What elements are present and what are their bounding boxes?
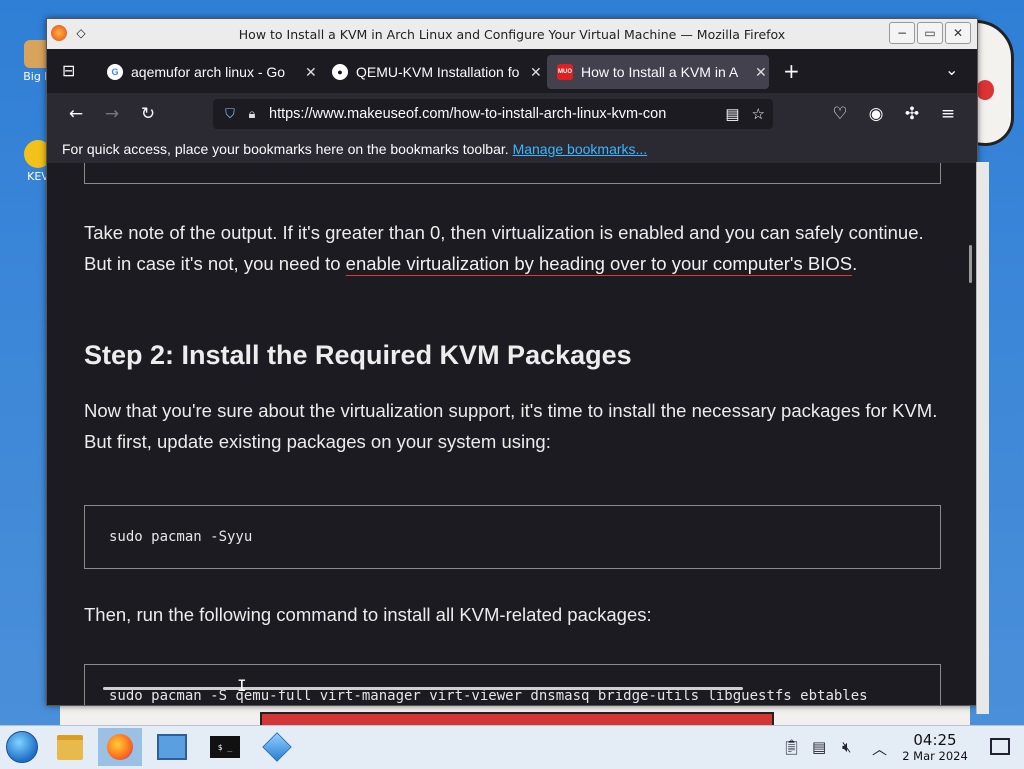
paragraph: Take note of the output. If it's greater… bbox=[84, 217, 924, 279]
makeuseof-icon: MUO bbox=[557, 64, 573, 80]
url-text[interactable]: https://www.makeuseof.com/how-to-install… bbox=[269, 106, 709, 122]
paragraph-text: . bbox=[852, 253, 858, 274]
account-icon[interactable]: ◉ bbox=[865, 103, 887, 125]
tab-label: QEMU-KVM Installation fo bbox=[356, 64, 520, 80]
wallpaper-red-shape bbox=[260, 712, 774, 725]
url-bar[interactable]: ⛉ 🔒︎ https://www.makeuseof.com/how-to-in… bbox=[213, 99, 773, 129]
forward-button[interactable]: → bbox=[101, 103, 123, 125]
taskbar: $ _ 📋︎ ▤ 🔇︎ ︿ 04:25 2 Mar 2024 bbox=[0, 725, 1024, 769]
page-content: Take note of the output. If it's greater… bbox=[47, 163, 977, 705]
tab-google[interactable]: G aqemufor arch linux - Go ✕ bbox=[97, 55, 317, 89]
window-title: How to Install a KVM in Arch Linux and C… bbox=[238, 27, 786, 42]
minimize-button[interactable]: − bbox=[889, 22, 915, 44]
network-manager-icon bbox=[157, 734, 187, 760]
terminal-icon: $ _ bbox=[210, 736, 240, 758]
code-block[interactable]: sudo pacman -S qemu-full virt-manager vi… bbox=[84, 664, 941, 705]
notes-tray-icon[interactable]: ▤ bbox=[812, 738, 826, 756]
folder-icon bbox=[57, 734, 83, 760]
code-horizontal-scrollbar[interactable] bbox=[103, 687, 743, 690]
tab-github[interactable]: ● QEMU-KVM Installation fo ✕ bbox=[322, 55, 542, 89]
wallpaper-detail bbox=[976, 80, 994, 100]
back-button[interactable]: ← bbox=[65, 103, 87, 125]
tab-bar: ⊟ G aqemufor arch linux - Go ✕ ● QEMU-KV… bbox=[47, 49, 977, 93]
volume-muted-icon[interactable]: 🔇︎ bbox=[842, 738, 851, 756]
clock[interactable]: 04:25 2 Mar 2024 bbox=[895, 731, 975, 763]
github-icon: ● bbox=[332, 64, 348, 80]
shield-icon[interactable]: ⛉ bbox=[219, 106, 241, 122]
tray-expand-chevron-icon[interactable]: ︿ bbox=[872, 738, 887, 759]
tab-close-icon[interactable]: ✕ bbox=[755, 64, 767, 81]
tab-overview-icon[interactable]: ⊟ bbox=[62, 61, 75, 80]
pocket-icon[interactable]: ♡ bbox=[829, 103, 851, 125]
tab-list-chevron-icon[interactable]: ⌄ bbox=[945, 60, 958, 79]
taskbar-virtualbox[interactable] bbox=[255, 728, 299, 766]
bookmarks-hint: For quick access, place your bookmarks h… bbox=[62, 141, 509, 157]
maximize-button[interactable]: ▭ bbox=[917, 22, 943, 44]
tab-label: How to Install a KVM in A bbox=[581, 64, 739, 80]
section-heading: Step 2: Install the Required KVM Package… bbox=[84, 340, 632, 370]
extensions-icon[interactable]: ✣ bbox=[901, 103, 923, 125]
start-orb-icon bbox=[6, 731, 38, 763]
manage-bookmarks-link[interactable]: Manage bookmarks... bbox=[513, 141, 648, 157]
bookmark-star-icon[interactable]: ☆ bbox=[752, 105, 765, 123]
code-text[interactable]: sudo pacman -S qemu-full virt-manager vi… bbox=[109, 688, 868, 704]
new-tab-button[interactable]: + bbox=[783, 59, 800, 83]
show-desktop-icon[interactable] bbox=[990, 738, 1010, 755]
firefox-window: ◇ How to Install a KVM in Arch Linux and… bbox=[46, 18, 978, 706]
clock-time: 04:25 bbox=[913, 731, 957, 749]
firefox-icon bbox=[107, 734, 133, 760]
cube-icon bbox=[262, 732, 292, 762]
text-cursor: I bbox=[237, 676, 247, 695]
close-button[interactable]: ✕ bbox=[945, 22, 971, 44]
clock-date: 2 Mar 2024 bbox=[902, 749, 968, 763]
taskbar-terminal[interactable]: $ _ bbox=[203, 728, 247, 766]
taskbar-file-manager[interactable] bbox=[48, 728, 92, 766]
google-icon: G bbox=[107, 64, 123, 80]
tab-close-icon[interactable]: ✕ bbox=[530, 64, 542, 81]
code-block bbox=[84, 163, 941, 184]
start-button[interactable] bbox=[0, 728, 44, 766]
tab-label: aqemufor arch linux - Go bbox=[131, 64, 286, 80]
bookmarks-toolbar: For quick access, place your bookmarks h… bbox=[47, 135, 977, 163]
reload-button[interactable]: ↻ bbox=[137, 103, 159, 125]
page-vertical-scrollbar[interactable] bbox=[969, 245, 972, 283]
background-window-scrollbar bbox=[976, 162, 989, 714]
code-block[interactable]: sudo pacman -Syyu bbox=[84, 505, 941, 569]
bios-link[interactable]: enable virtualization by heading over to… bbox=[346, 253, 852, 274]
menu-icon[interactable]: ≡ bbox=[937, 103, 959, 125]
paragraph: Then, run the following command to insta… bbox=[84, 604, 652, 625]
code-text[interactable]: sudo pacman -Syyu bbox=[109, 529, 252, 545]
taskbar-firefox[interactable] bbox=[98, 728, 142, 766]
clipboard-tray-icon[interactable]: 📋︎ bbox=[782, 738, 801, 756]
reader-view-icon[interactable]: ▤ bbox=[725, 105, 739, 123]
title-bar[interactable]: ◇ How to Install a KVM in Arch Linux and… bbox=[47, 19, 977, 49]
lock-icon[interactable]: 🔒︎ bbox=[241, 106, 263, 122]
nav-bar: ← → ↻ ⛉ 🔒︎ https://www.makeuseof.com/how… bbox=[47, 93, 977, 135]
taskbar-network[interactable] bbox=[150, 728, 194, 766]
paragraph: Now that you're sure about the virtualiz… bbox=[84, 400, 938, 452]
tab-close-icon[interactable]: ✕ bbox=[305, 64, 317, 81]
tab-makeuseof[interactable]: MUO How to Install a KVM in A ✕ bbox=[547, 55, 769, 89]
